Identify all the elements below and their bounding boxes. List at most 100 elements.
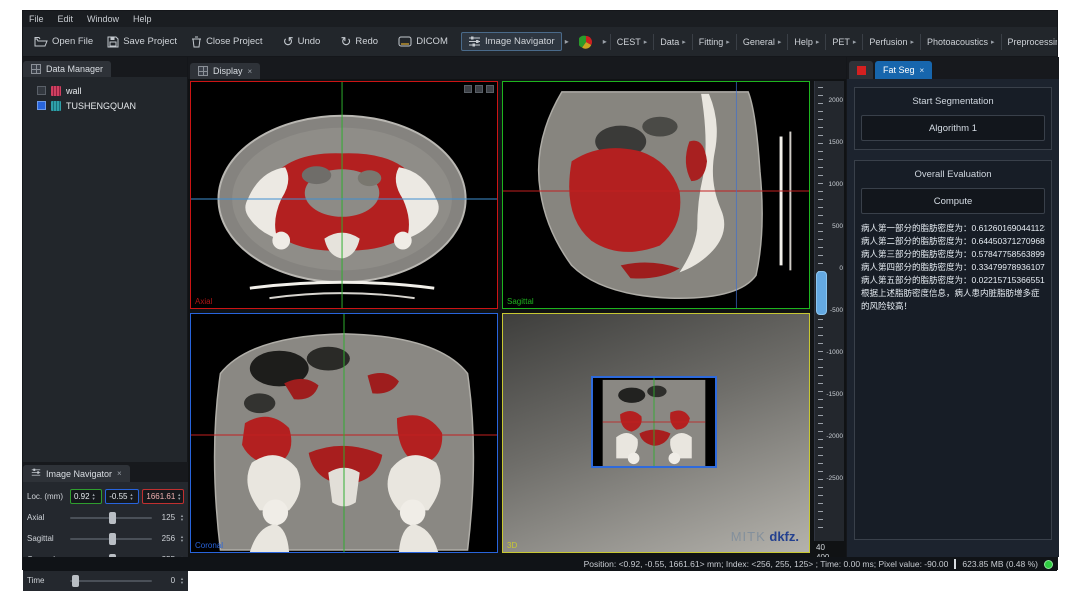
chevron-right-icon: ▸ bbox=[682, 38, 686, 46]
loc-z-value: 1661.61 bbox=[146, 492, 175, 501]
menu-edit[interactable]: Edit bbox=[58, 14, 74, 24]
display-icon bbox=[198, 66, 208, 76]
level-value: 40 bbox=[816, 543, 829, 553]
compute-button[interactable]: Compute bbox=[861, 188, 1045, 214]
slice-scale-ruler[interactable]: 2000 1500 1000 500 0 -500 -1000 -1500 -2… bbox=[814, 81, 844, 541]
viewport-crosshair-icon[interactable] bbox=[486, 85, 494, 93]
tab-label: Data Manager bbox=[46, 64, 103, 74]
loc-x-spinbox[interactable]: 0.92▲▼ bbox=[70, 489, 102, 504]
tab-red-plugin[interactable] bbox=[849, 61, 873, 79]
sagittal-viewport[interactable]: Sagittal bbox=[502, 81, 810, 309]
view-menu-photoacoustics[interactable]: Photoacoustics▸ bbox=[920, 34, 1001, 50]
chevron-right-icon: ▸ bbox=[816, 38, 820, 46]
image-navigator-panel: Image Navigator × Loc. (mm) 0.92▲▼ -0.55… bbox=[23, 462, 188, 557]
coronal-viewport[interactable]: Coronal bbox=[190, 313, 498, 553]
close-icon[interactable]: × bbox=[920, 66, 925, 75]
dicom-button[interactable]: DICOM bbox=[391, 32, 455, 51]
axial-viewport[interactable]: Axial bbox=[190, 81, 498, 309]
tab-fat-seg[interactable]: Fat Seg × bbox=[875, 61, 932, 79]
threed-viewport[interactable]: MITK dkfz. 3D bbox=[502, 313, 810, 553]
view-menu-preprocessing[interactable]: Preprocessing▸ bbox=[1001, 34, 1057, 50]
sagittal-view-label: Sagittal bbox=[507, 297, 534, 306]
algorithm-1-button[interactable]: Algorithm 1 bbox=[861, 115, 1045, 141]
view-menu-data[interactable]: Data▸ bbox=[653, 34, 692, 50]
loc-z-spinbox[interactable]: 1661.61▲▼ bbox=[142, 489, 184, 504]
close-icon[interactable]: × bbox=[248, 67, 253, 76]
ruler-label: 2000 bbox=[822, 97, 843, 104]
axial-view-label: Axial bbox=[195, 297, 212, 306]
close-project-button[interactable]: Close Project bbox=[184, 32, 270, 52]
start-segmentation-group: Start Segmentation Algorithm 1 bbox=[854, 87, 1052, 150]
axial-ct-image bbox=[191, 82, 497, 308]
visibility-checkbox[interactable] bbox=[37, 101, 46, 110]
tab-data-manager[interactable]: Data Manager bbox=[23, 61, 111, 77]
spinner-arrows-icon[interactable]: ▲▼ bbox=[92, 493, 96, 501]
tab-image-navigator[interactable]: Image Navigator × bbox=[23, 465, 130, 482]
coronal-view-label: Coronal bbox=[195, 541, 223, 550]
memory-usage-text: 623.85 MB (0.48 %) bbox=[962, 559, 1038, 569]
red-square-icon bbox=[857, 66, 866, 75]
view-menu-label: Data bbox=[660, 37, 679, 47]
open-file-label: Open File bbox=[52, 36, 93, 47]
spinner-arrows-icon[interactable]: ▲▼ bbox=[177, 493, 181, 501]
view-menu-general[interactable]: General▸ bbox=[736, 34, 788, 50]
tab-label: Display bbox=[213, 66, 243, 76]
view-menu-label: CEST bbox=[617, 37, 641, 47]
ruler-label: 1500 bbox=[822, 139, 843, 146]
sagittal-slider[interactable] bbox=[70, 532, 152, 546]
location-row: Loc. (mm) 0.92▲▼ -0.55▲▼ 1661.61▲▼ bbox=[27, 486, 184, 507]
axial-slider[interactable] bbox=[70, 511, 152, 525]
view-menu-perfusion[interactable]: Perfusion▸ bbox=[862, 34, 920, 50]
slice-slider-handle[interactable] bbox=[816, 271, 827, 315]
menu-file[interactable]: File bbox=[29, 14, 44, 24]
redo-button[interactable]: ↻ Redo bbox=[333, 30, 385, 54]
node-label: wall bbox=[66, 86, 82, 96]
result-line: 病人第二部分的脂肪密度为：0.6445037127096894 bbox=[861, 235, 1045, 248]
color-menu-arrow-icon[interactable]: ▸ bbox=[600, 37, 610, 46]
viewport-menu-icon[interactable] bbox=[464, 85, 472, 93]
loc-y-spinbox[interactable]: -0.55▲▼ bbox=[105, 489, 139, 504]
visibility-checkbox[interactable] bbox=[37, 86, 46, 95]
view-menus: CEST▸ Data▸ Fitting▸ General▸ Help▸ PET▸… bbox=[610, 34, 1057, 50]
dicom-box-icon bbox=[398, 36, 412, 47]
loc-label: Loc. (mm) bbox=[27, 492, 67, 501]
view-menu-cest[interactable]: CEST▸ bbox=[610, 34, 654, 50]
threed-view-label: 3D bbox=[507, 541, 517, 550]
spinner-arrows-icon[interactable]: ▲▼ bbox=[180, 535, 184, 543]
result-summary: 根据上述脂肪密度信息，病人患内脏脂肪增多症的风险较高！ bbox=[861, 287, 1045, 313]
ruler-label: 500 bbox=[822, 223, 843, 230]
undo-button[interactable]: ↺ Undo bbox=[276, 30, 328, 54]
tree-node-tushengquan[interactable]: TUSHENGQUAN bbox=[27, 98, 183, 113]
spinner-arrows-icon[interactable]: ▲▼ bbox=[180, 514, 184, 522]
image-navigator-button[interactable]: Image Navigator bbox=[461, 32, 562, 51]
spinner-arrows-icon[interactable]: ▲▼ bbox=[129, 493, 133, 501]
save-project-button[interactable]: Save Project bbox=[100, 32, 184, 52]
color-wheel-button[interactable] bbox=[572, 31, 600, 53]
view-menu-help[interactable]: Help▸ bbox=[787, 34, 825, 50]
spinner-arrows-icon[interactable]: ▲▼ bbox=[180, 577, 184, 585]
redo-label: Redo bbox=[355, 36, 378, 47]
result-line: 病人第四部分的脂肪密度为：0.33479978936107574 bbox=[861, 261, 1045, 274]
bin-icon bbox=[191, 36, 202, 48]
coronal-ct-image bbox=[191, 314, 497, 552]
dicom-label: DICOM bbox=[416, 36, 448, 47]
menu-window[interactable]: Window bbox=[87, 14, 119, 24]
tree-node-wall[interactable]: wall bbox=[27, 83, 183, 98]
time-slider[interactable] bbox=[70, 574, 152, 588]
display-area: Display × bbox=[188, 57, 846, 557]
dkfz-logo: dkfz. bbox=[769, 529, 799, 544]
sagittal-slider-row: Sagittal 256 ▲▼ bbox=[27, 528, 184, 549]
undo-label: Undo bbox=[298, 36, 321, 47]
close-icon[interactable]: × bbox=[117, 469, 122, 478]
menu-help[interactable]: Help bbox=[133, 14, 152, 24]
toolbar-extension-arrow-icon[interactable]: ▸ bbox=[562, 37, 572, 46]
image-navigator-label: Image Navigator bbox=[485, 36, 555, 47]
open-file-button[interactable]: Open File bbox=[27, 32, 100, 51]
view-menu-label: Help bbox=[794, 37, 813, 47]
view-menu-label: Fitting bbox=[699, 37, 724, 47]
view-menu-pet[interactable]: PET▸ bbox=[825, 34, 862, 50]
tab-display[interactable]: Display × bbox=[190, 63, 260, 79]
view-menu-fitting[interactable]: Fitting▸ bbox=[692, 34, 736, 50]
slider-value: 125 bbox=[155, 513, 175, 522]
viewport-maximize-icon[interactable] bbox=[475, 85, 483, 93]
